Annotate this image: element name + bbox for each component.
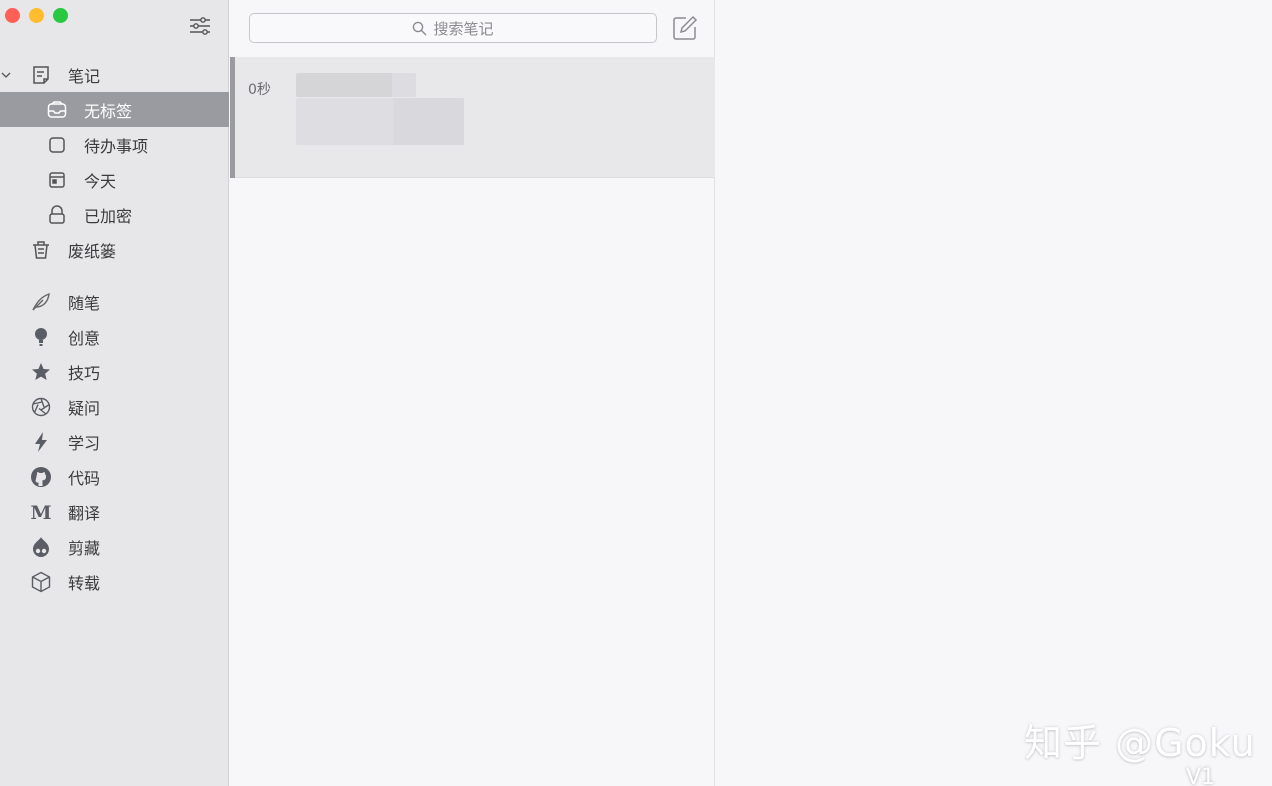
sidebar-tag-label: 创意 (68, 328, 101, 348)
aperture-icon (30, 396, 52, 418)
close-window-button[interactable] (5, 8, 20, 23)
medium-icon: M (30, 501, 52, 523)
checkbox-icon (46, 134, 68, 156)
sidebar-tag-label: 疑问 (68, 398, 101, 418)
sidebar-tag-label: 代码 (68, 468, 101, 488)
selection-accent (230, 57, 235, 178)
editor-pane[interactable]: 知乎 @Goku V1 (716, 0, 1272, 786)
sidebar-item-notes[interactable]: 笔记 (0, 57, 229, 92)
sidebar-item-label: 废纸篓 (68, 241, 117, 261)
zoom-window-button[interactable] (53, 8, 68, 23)
sidebar-tag-label: 剪藏 (68, 538, 101, 558)
list-item[interactable]: 0秒 (230, 57, 715, 178)
sidebar-tag-study[interactable]: 学习 (0, 424, 229, 459)
sidebar-item-locked[interactable]: 已加密 (0, 197, 229, 232)
svg-text:M: M (30, 502, 51, 522)
sidebar-tag-label: 转载 (68, 573, 101, 593)
lightbulb-icon (30, 326, 52, 348)
chevron-down-icon[interactable] (0, 69, 12, 81)
sidebar-tag-tips[interactable]: 技巧 (0, 354, 229, 389)
minimize-window-button[interactable] (29, 8, 44, 23)
lightning-icon (30, 431, 52, 453)
sidebar-tag-label: 技巧 (68, 363, 101, 383)
lock-icon (46, 204, 68, 226)
sidebar-tag-idea[interactable]: 创意 (0, 319, 229, 354)
sidebar-tag-label: 翻译 (68, 503, 101, 523)
sidebar-item-trash[interactable]: 废纸篓 (0, 232, 229, 267)
inbox-icon (46, 99, 68, 121)
compose-icon[interactable] (672, 15, 698, 41)
search-placeholder: 搜索笔记 (433, 19, 494, 38)
cube-icon (30, 571, 52, 593)
sidebar-item-untagged[interactable]: 无标签 (0, 92, 229, 127)
sidebar-item-today[interactable]: 今天 (0, 162, 229, 197)
sidebar-tag-repost[interactable]: 转载 (0, 564, 229, 599)
sidebar-tag-clip[interactable]: 剪藏 (0, 529, 229, 564)
blurred-note-title (296, 73, 416, 97)
sidebar-tag-code[interactable]: 代码 (0, 459, 229, 494)
blurred-note-preview (296, 98, 464, 145)
trash-icon (30, 239, 52, 261)
star-icon (30, 361, 52, 383)
sidebar-tag-question[interactable]: 疑问 (0, 389, 229, 424)
note-icon (30, 64, 52, 86)
sidebar: 笔记 无标签 待办事项 今天 已加密 废纸篓 随笔 创意 技巧 疑问 学习 代码… (0, 0, 229, 786)
sidebar-tag-label: 学习 (68, 433, 101, 453)
sidebar-item-label: 待办事项 (84, 136, 149, 156)
search-input[interactable]: 搜索笔记 (249, 13, 657, 43)
sidebar-nav: 笔记 无标签 待办事项 今天 已加密 废纸篓 随笔 创意 技巧 疑问 学习 代码… (0, 57, 229, 599)
note-list-panel: 搜索笔记 0秒 (230, 0, 715, 786)
sidebar-item-label: 今天 (84, 171, 117, 191)
sidebar-item-todo[interactable]: 待办事项 (0, 127, 229, 162)
drupal-icon (30, 536, 52, 558)
note-time: 0秒 (248, 82, 271, 98)
sidebar-item-label: 笔记 (68, 66, 101, 86)
search-icon (413, 21, 427, 35)
feather-icon (30, 291, 52, 313)
sidebar-tag-essay[interactable]: 随笔 (0, 284, 229, 319)
sidebar-tag-translate[interactable]: M 翻译 (0, 494, 229, 529)
watermark-sub: V1 (1186, 765, 1216, 786)
watermark: 知乎 @Goku (1024, 721, 1256, 765)
window-controls (5, 8, 68, 23)
github-icon (30, 466, 52, 488)
sidebar-tag-label: 随笔 (68, 293, 101, 313)
calendar-icon (46, 169, 68, 191)
sidebar-item-label: 已加密 (84, 206, 133, 226)
sliders-icon[interactable] (188, 14, 212, 38)
sidebar-item-label: 无标签 (84, 101, 133, 121)
